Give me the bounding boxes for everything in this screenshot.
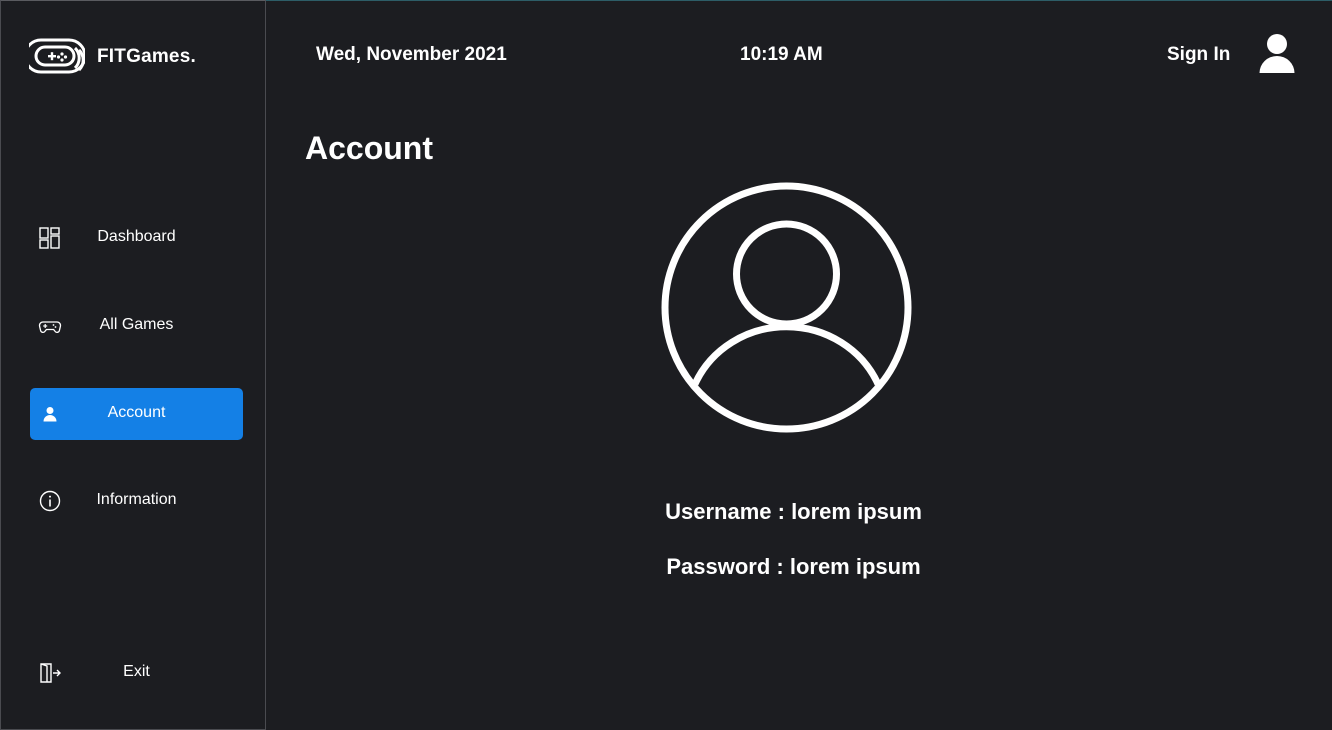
sidebar-item-label: Exit	[123, 663, 150, 680]
user-icon[interactable]	[1258, 33, 1296, 75]
gamepad-logo-icon	[29, 38, 85, 73]
password-text: Password : lorem ipsum	[666, 554, 921, 579]
user-circle-icon	[661, 182, 912, 433]
top-accent-line	[266, 0, 1332, 1]
sidebar: FITGames. Dashboard All Games Account In…	[0, 0, 266, 730]
sidebar-item-label: Dashboard	[97, 228, 176, 245]
brand[interactable]: FITGames.	[29, 34, 196, 79]
page-title: Account	[305, 130, 433, 166]
sidebar-item-all-games[interactable]: All Games	[30, 300, 243, 352]
sidebar-item-label: Account	[107, 404, 166, 421]
sidebar-item-exit[interactable]: Exit	[30, 647, 243, 699]
sidebar-item-information[interactable]: Information	[30, 475, 243, 527]
sidebar-item-label: Information	[96, 491, 177, 508]
header-date: Wed, November 2021	[316, 44, 507, 65]
sidebar-item-label: All Games	[99, 316, 174, 333]
sidebar-item-dashboard[interactable]: Dashboard	[30, 212, 243, 264]
app-window: FITGames. Dashboard All Games Account In…	[0, 0, 1332, 730]
sign-in-button[interactable]: Sign In	[1167, 44, 1230, 66]
header-time: 10:19 AM	[740, 44, 823, 65]
username-text: Username : lorem ipsum	[665, 499, 922, 524]
sidebar-item-account[interactable]: Account	[30, 388, 243, 440]
brand-name: FITGames.	[97, 45, 196, 67]
